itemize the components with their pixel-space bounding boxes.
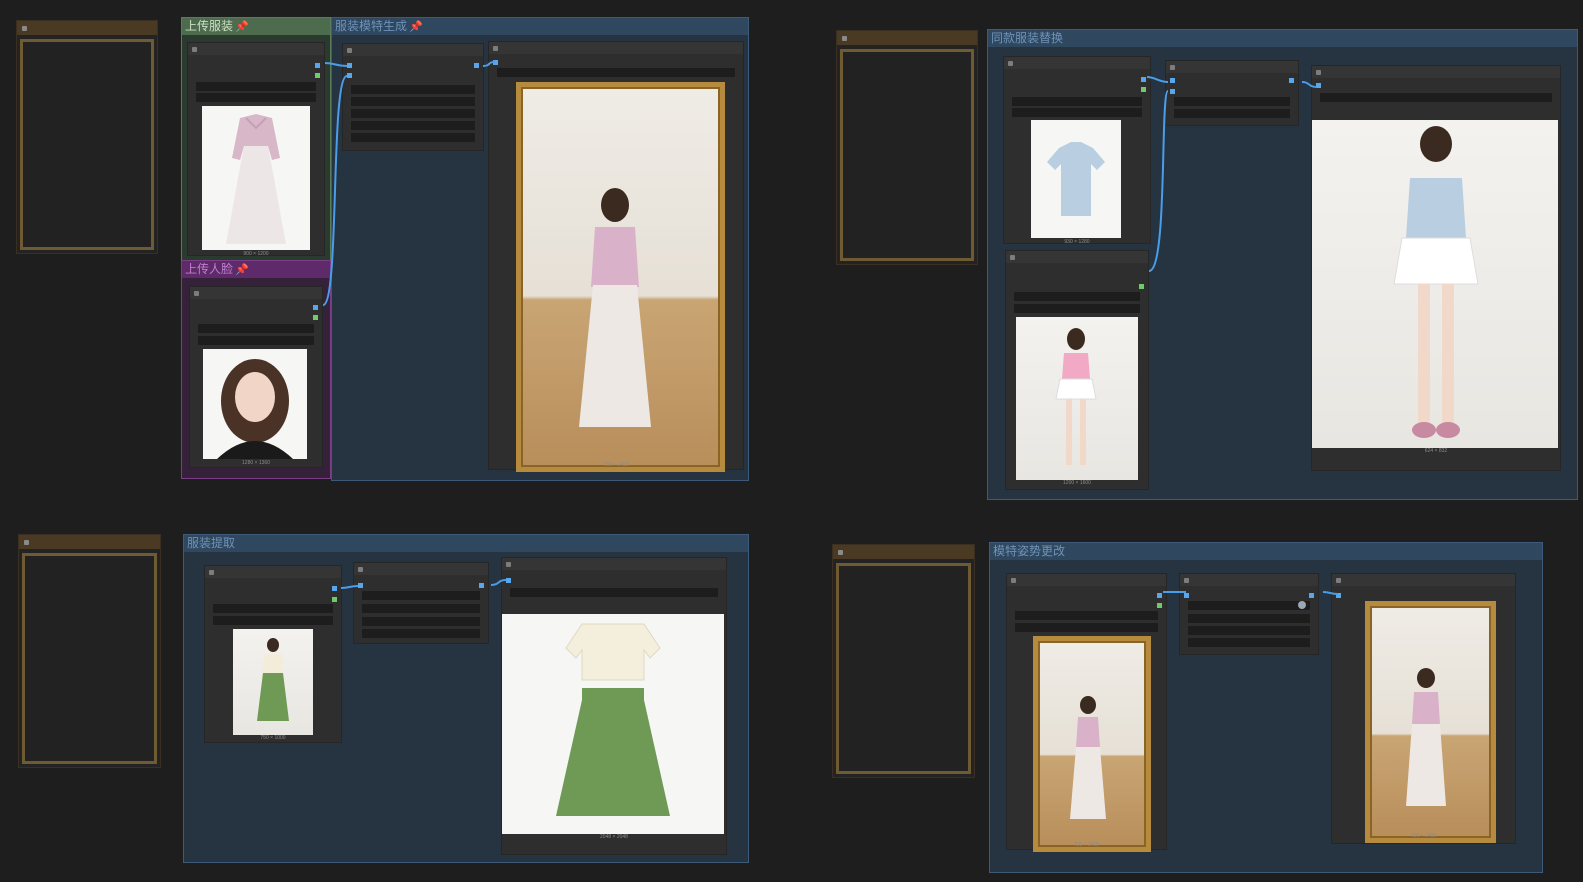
wire-swap-to-preview [1301,81,1318,88]
wire-generator-to-preview [482,61,496,67]
wire-swap-model-to-node [1148,90,1169,272]
wire-pose-to-preview [1322,591,1339,595]
wire-garment-to-generator [324,62,348,67]
node-connection-wires [322,61,1339,595]
wire-extract-input-to-node [340,585,359,589]
wire-extract-to-preview [490,579,507,586]
wire-face-to-generator [322,75,348,306]
wire-swap-garment-to-node [1146,76,1169,83]
